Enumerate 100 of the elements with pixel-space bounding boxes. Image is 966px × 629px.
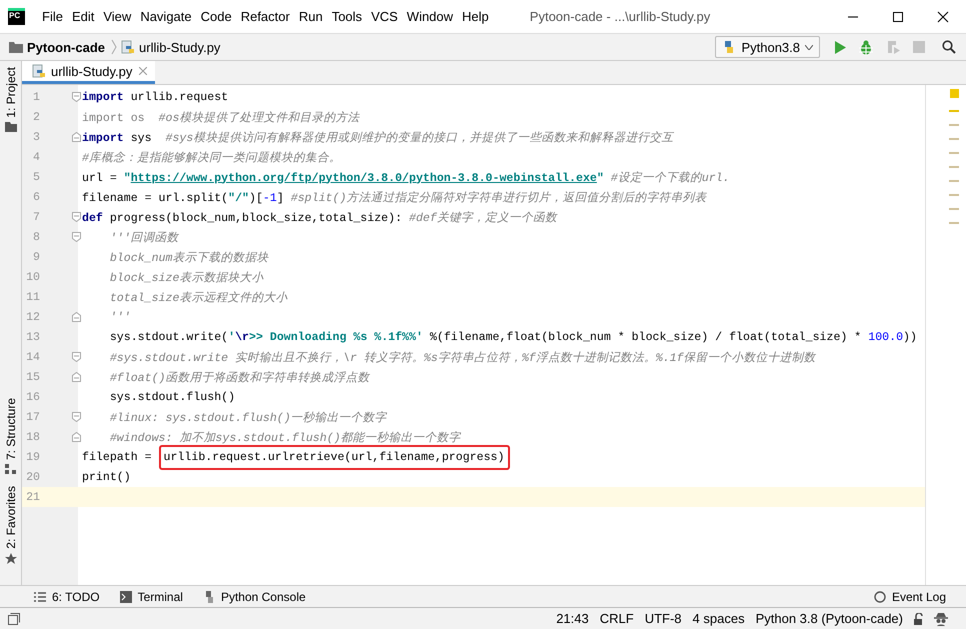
menu-item[interactable]: VCS bbox=[367, 4, 402, 28]
terminal-icon bbox=[120, 590, 132, 602]
status-item[interactable]: Python 3.8 (Pytoon-cade) bbox=[756, 611, 903, 626]
code-text: ] bbox=[276, 192, 285, 204]
folder-icon bbox=[4, 122, 16, 132]
code-text: url = bbox=[82, 172, 118, 184]
code-text: filename = url.split( bbox=[82, 192, 228, 204]
fold-end-icon[interactable] bbox=[72, 312, 80, 322]
editor-tab[interactable]: urllib-Study.py bbox=[22, 61, 156, 84]
tool-window-button[interactable]: Python Console bbox=[202, 590, 306, 604]
code-text: sys bbox=[130, 132, 153, 144]
caret-icon bbox=[805, 44, 813, 50]
code-comment: #def关键字，定义一个函数 bbox=[409, 212, 557, 224]
menu-item[interactable]: Run bbox=[294, 4, 327, 28]
run-icon[interactable] bbox=[834, 40, 846, 54]
inspector-icon[interactable] bbox=[934, 612, 948, 626]
menu-item[interactable]: Code bbox=[196, 4, 236, 28]
fold-end-icon[interactable] bbox=[72, 132, 80, 142]
close-icon[interactable] bbox=[937, 10, 949, 22]
status-item[interactable]: 21:43 bbox=[556, 611, 589, 626]
status-item[interactable]: UTF-8 bbox=[644, 611, 682, 626]
docstring: ''' bbox=[110, 310, 131, 324]
line-number: 20 bbox=[25, 470, 40, 484]
code-comment: #linux: sys.stdout.flush()一秒输出一个数字 bbox=[110, 412, 387, 424]
code-comment: #sys.stdout.write 实时输出且不换行，\r 转义字符。%s字符串占位符，%f浮点数十进制记数法。%.1f保留一个小数位十进制数 bbox=[110, 352, 816, 364]
line-number: 3 bbox=[32, 130, 40, 144]
line-number: 8 bbox=[32, 230, 40, 244]
list-icon bbox=[34, 592, 46, 602]
line-number: 4 bbox=[32, 150, 40, 164]
keyword: def bbox=[82, 212, 103, 224]
menu-item[interactable]: Navigate bbox=[136, 4, 196, 28]
string-literal: "/" bbox=[228, 192, 249, 204]
string-literal: " bbox=[596, 172, 604, 184]
fold-icon[interactable] bbox=[72, 352, 80, 362]
unused-import: import os bbox=[82, 112, 145, 124]
docstring: block_size表示数据块大小 bbox=[110, 272, 264, 284]
code-text: print() bbox=[82, 470, 131, 484]
menu-item[interactable]: Refactor bbox=[236, 4, 294, 28]
tool-window-button[interactable]: 6: TODO bbox=[34, 590, 100, 604]
line-number: 2 bbox=[32, 110, 40, 124]
code-comment: #float()函数用于将函数和字符串转换成浮点数 bbox=[110, 372, 370, 384]
fold-end-icon[interactable] bbox=[72, 372, 80, 382]
code-text: )) bbox=[903, 330, 917, 344]
number-literal: 100.0 bbox=[868, 330, 904, 344]
run-configuration-dropdown[interactable]: Python3.8 bbox=[715, 36, 820, 58]
fold-icon[interactable] bbox=[72, 412, 80, 422]
line-number: 18 bbox=[25, 430, 40, 444]
breadcrumb[interactable]: Pytoon-cade bbox=[9, 40, 106, 54]
side-panel-tab[interactable]: 1: Project bbox=[0, 61, 21, 138]
highlighted-code: urllib.request.urlretrieve(url,filename,progress) bbox=[158, 444, 510, 470]
code-text: sys.stdout.flush() bbox=[110, 390, 236, 404]
code-comment: #库概念：是指能够解决同一类问题模块的集合。 bbox=[82, 152, 341, 164]
menu-item[interactable]: Edit bbox=[68, 4, 98, 28]
string-literal: >> Downloading %s %.1f%% bbox=[249, 330, 416, 344]
code-text: progress(block_num,block_size,total_size): bbox=[108, 212, 404, 224]
breadcrumb[interactable]: urllib-Study.py bbox=[121, 40, 220, 54]
code-text: )[ bbox=[248, 192, 263, 204]
tool-window-button[interactable]: Terminal bbox=[120, 590, 183, 604]
chevron-icon bbox=[111, 39, 118, 55]
fold-icon[interactable] bbox=[72, 212, 80, 222]
menu-item[interactable]: Tools bbox=[328, 4, 366, 28]
line-number: 19 bbox=[25, 450, 40, 464]
line-number: 17 bbox=[25, 410, 40, 424]
code-comment: #split()方法通过指定分隔符对字符串进行切片，返回值分割后的字符串列表 bbox=[290, 192, 706, 204]
event-log-button[interactable]: Event Log bbox=[874, 590, 946, 604]
window-title: Pytoon-cade - ...\urllib-Study.py bbox=[530, 9, 710, 24]
code-comment: #windows: 加不加sys.stdout.flush()都能一秒输出一个数字 bbox=[110, 432, 461, 444]
code-comment: #sys模块提供访问有解释器使用或则维护的变量的接口，并提供了一些函数来和解释器进行交互 bbox=[166, 132, 674, 144]
side-panel-tab[interactable]: 2: Favorites bbox=[0, 480, 21, 571]
maximize-icon[interactable] bbox=[892, 10, 904, 22]
escape-sequence: \r bbox=[235, 330, 249, 344]
line-number: 1 bbox=[32, 90, 40, 104]
line-number: 15 bbox=[25, 370, 40, 384]
app-logo: PC bbox=[8, 8, 25, 25]
folder-icon bbox=[9, 41, 23, 53]
tool-windows-icon[interactable] bbox=[8, 612, 20, 624]
docstring: block_num表示下载的数据块 bbox=[110, 252, 268, 264]
menu-item[interactable]: Window bbox=[402, 4, 458, 28]
search-icon[interactable] bbox=[942, 40, 956, 54]
menu-item[interactable]: Help bbox=[458, 4, 493, 28]
line-number: 5 bbox=[32, 170, 40, 184]
side-panel-tab[interactable]: 7: Structure bbox=[0, 392, 21, 480]
status-item[interactable]: CRLF bbox=[600, 611, 634, 626]
line-number: 13 bbox=[25, 330, 40, 344]
line-number: 12 bbox=[25, 310, 40, 324]
fold-icon[interactable] bbox=[72, 92, 80, 102]
code-text: sys.stdout.write( bbox=[110, 330, 228, 344]
status-item[interactable]: 4 spaces bbox=[692, 611, 745, 626]
number-literal: -1 bbox=[262, 192, 277, 204]
inspection-indicator[interactable] bbox=[950, 89, 958, 98]
fold-end-icon[interactable] bbox=[72, 432, 80, 442]
structure-icon bbox=[5, 464, 16, 474]
string-literal: ' bbox=[416, 330, 423, 344]
line-number: 11 bbox=[25, 290, 40, 304]
lock-icon[interactable] bbox=[914, 612, 924, 624]
fold-icon[interactable] bbox=[72, 232, 80, 242]
menu-item[interactable]: View bbox=[99, 4, 136, 28]
menu-item[interactable]: File bbox=[38, 4, 67, 28]
bug-icon[interactable] bbox=[859, 40, 873, 54]
star-icon bbox=[4, 553, 16, 565]
